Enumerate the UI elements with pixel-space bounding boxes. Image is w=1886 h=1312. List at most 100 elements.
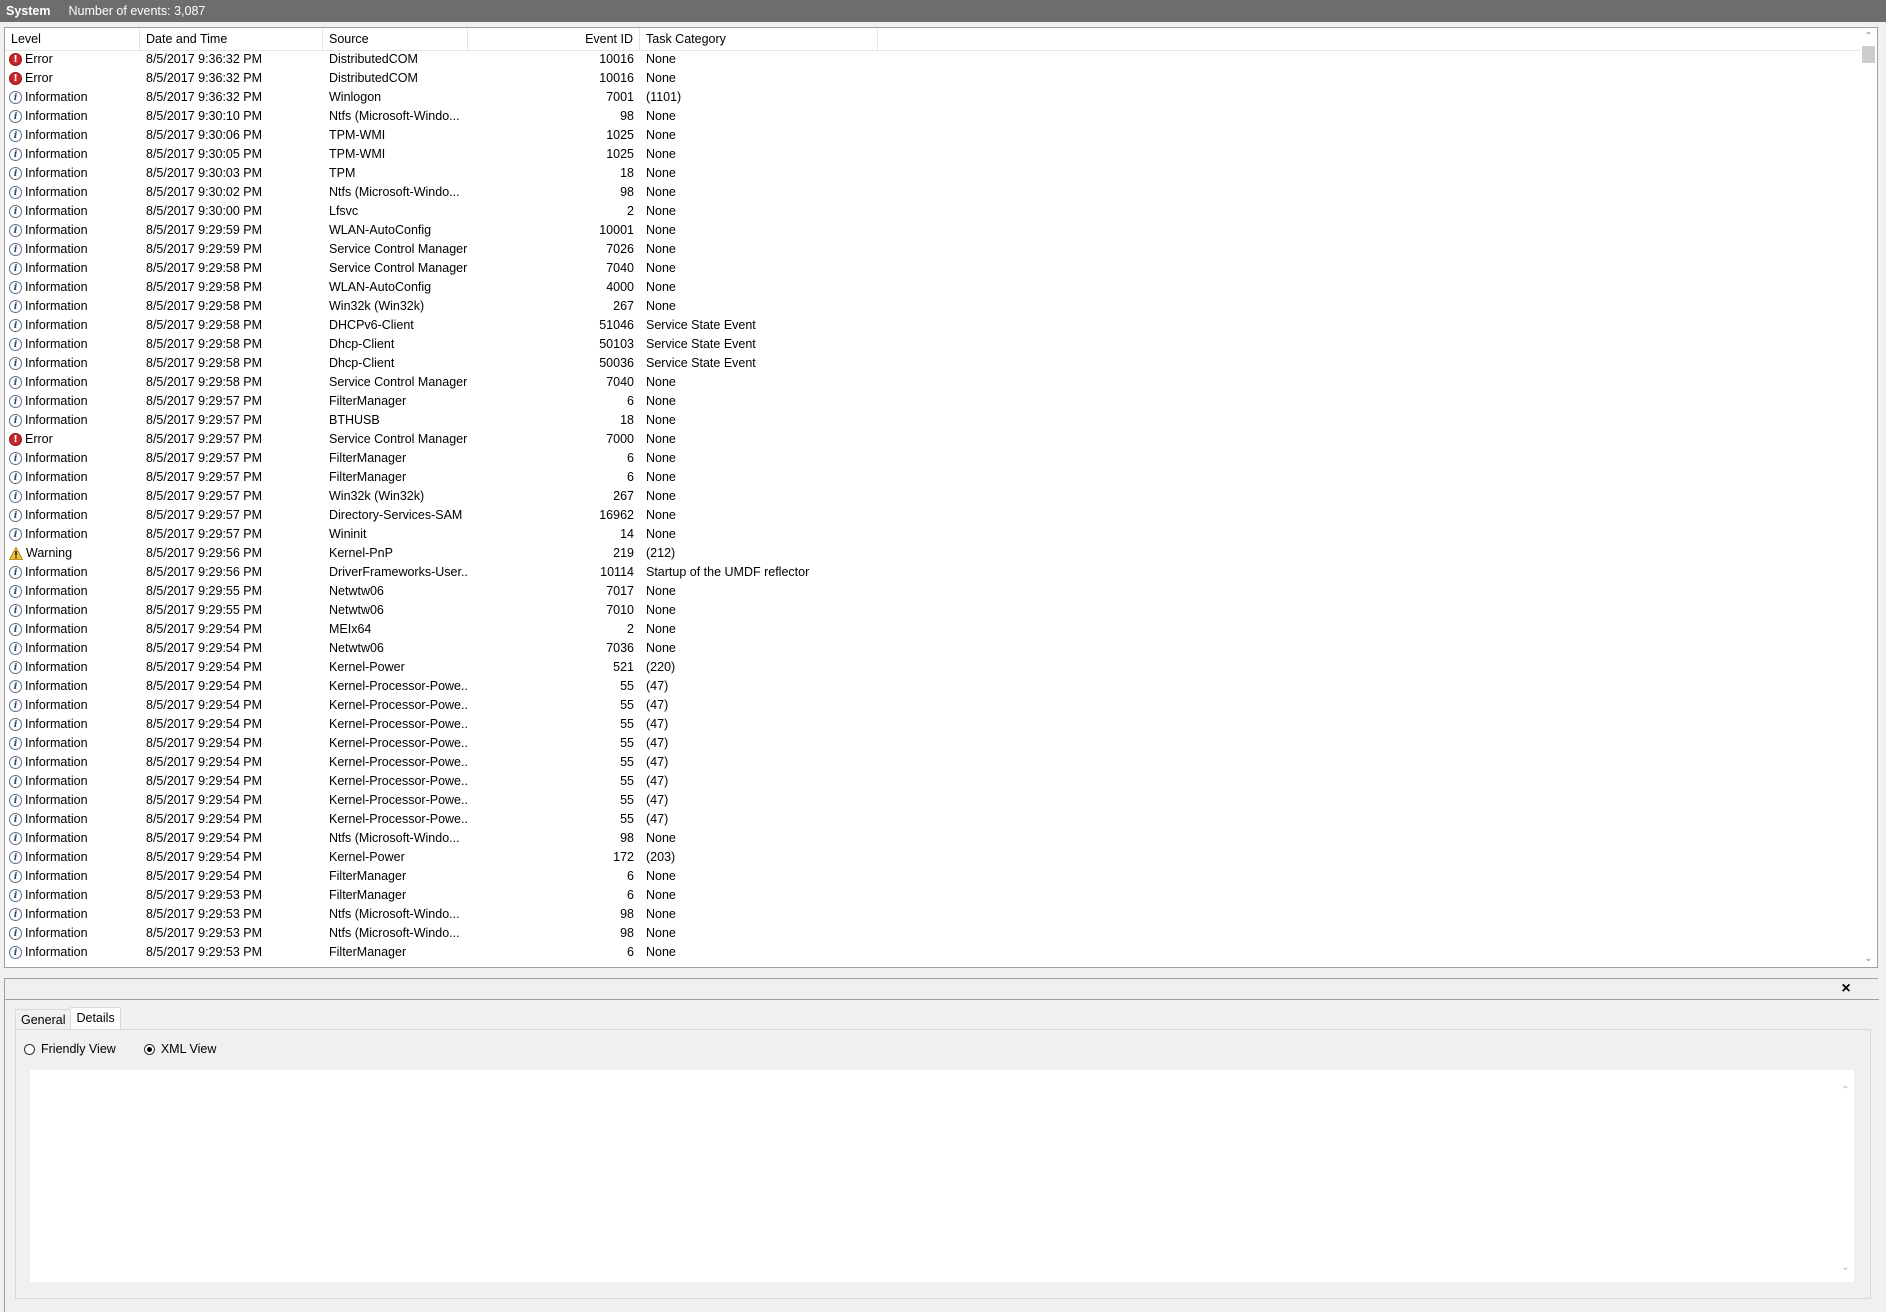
column-header-date[interactable]: Date and Time bbox=[140, 28, 323, 50]
table-row[interactable]: i Information 8/5/2017 9:29:54 PM Kernel-Pr… bbox=[5, 772, 1862, 791]
level-text: Information bbox=[25, 166, 88, 180]
events-grid[interactable]: Level Date and Time Source Event ID Task… bbox=[4, 27, 1878, 968]
task-category-cell: None bbox=[646, 413, 676, 427]
xml-view-radio[interactable] bbox=[143, 1043, 155, 1055]
table-row[interactable]: i Information 8/5/2017 9:29:58 PM WLAN-Auto… bbox=[5, 278, 1862, 297]
table-row[interactable]: i Information 8/5/2017 9:29:57 PM FilterMan… bbox=[5, 392, 1862, 411]
table-row[interactable]: Warning 8/5/2017 9:29:56 PM Kernel-PnP 219 (… bbox=[5, 544, 1862, 563]
xml-scrollbar[interactable]: ⌃ ⌄ bbox=[1837, 1070, 1854, 1282]
table-row[interactable]: i Information 8/5/2017 9:29:56 PM DriverFra… bbox=[5, 563, 1862, 582]
table-row[interactable]: i Information 8/5/2017 9:29:57 PM Win32k (W… bbox=[5, 487, 1862, 506]
xml-content-box[interactable]: ⌃ ⌄ bbox=[30, 1070, 1854, 1282]
table-row[interactable]: i Information 8/5/2017 9:30:00 PM Lfsvc 2 Non… bbox=[5, 202, 1862, 221]
table-row[interactable]: i Information 8/5/2017 9:29:54 PM Ntfs (Mic… bbox=[5, 829, 1862, 848]
xml-scroll-up-icon[interactable]: ⌃ bbox=[1837, 1082, 1854, 1099]
task-category-cell: Service State Event bbox=[646, 356, 756, 370]
table-row[interactable]: i Information 8/5/2017 9:29:57 PM BTHUSB 18 N… bbox=[5, 411, 1862, 430]
event-id-cell: 172 bbox=[613, 850, 634, 864]
scroll-down-icon[interactable]: ⌄ bbox=[1860, 950, 1877, 967]
task-category-cell: (47) bbox=[646, 793, 669, 807]
table-row[interactable]: i Information 8/5/2017 9:29:57 PM FilterMan… bbox=[5, 468, 1862, 487]
table-row[interactable]: i Information 8/5/2017 9:29:57 PM Wininit 14… bbox=[5, 525, 1862, 544]
table-row[interactable]: i Information 8/5/2017 9:29:54 PM Kernel-Pr… bbox=[5, 791, 1862, 810]
source-cell: Kernel-Processor-Powe... bbox=[329, 679, 468, 693]
table-row[interactable]: i Information 8/5/2017 9:29:58 PM DHCPv6-Cl… bbox=[5, 316, 1862, 335]
table-row[interactable]: i Information 8/5/2017 9:30:03 PM TPM 18 None bbox=[5, 164, 1862, 183]
date-cell: 8/5/2017 9:36:32 PM bbox=[146, 71, 263, 85]
task-category-cell: None bbox=[646, 831, 676, 845]
table-row[interactable]: i Information 8/5/2017 9:29:54 PM Kernel-Pr… bbox=[5, 715, 1862, 734]
table-row[interactable]: i Information 8/5/2017 9:29:58 PM Win32k (W… bbox=[5, 297, 1862, 316]
task-category-cell: (1101) bbox=[646, 90, 682, 104]
vertical-scrollbar[interactable]: ⌃ ⌄ bbox=[1860, 28, 1877, 967]
table-row[interactable]: i Information 8/5/2017 9:29:59 PM WLAN-Auto… bbox=[5, 221, 1862, 240]
information-icon: i bbox=[9, 262, 22, 275]
table-row[interactable]: ! Error 8/5/2017 9:29:57 PM Service Control… bbox=[5, 430, 1862, 449]
table-row[interactable]: i Information 8/5/2017 9:29:57 PM Directory… bbox=[5, 506, 1862, 525]
close-icon[interactable]: × bbox=[1838, 981, 1854, 997]
column-header-task-category[interactable]: Task Category bbox=[640, 28, 878, 50]
scroll-thumb[interactable] bbox=[1862, 46, 1875, 63]
table-row[interactable]: i Information 8/5/2017 9:29:53 PM Ntfs (Mic… bbox=[5, 905, 1862, 924]
tab-general[interactable]: General bbox=[15, 1009, 72, 1029]
information-icon: i bbox=[9, 642, 22, 655]
table-row[interactable]: i Information 8/5/2017 9:29:54 PM MEIx64 2 No… bbox=[5, 620, 1862, 639]
event-id-cell: 55 bbox=[620, 812, 634, 826]
event-id-cell: 55 bbox=[620, 679, 634, 693]
table-row[interactable]: i Information 8/5/2017 9:29:53 PM FilterMan… bbox=[5, 886, 1862, 905]
table-row[interactable]: i Information 8/5/2017 9:29:57 PM FilterMan… bbox=[5, 449, 1862, 468]
table-row[interactable]: i Information 8/5/2017 9:36:32 PM Winlogon 7… bbox=[5, 88, 1862, 107]
event-id-cell: 98 bbox=[620, 109, 634, 123]
xml-view-option[interactable]: XML View bbox=[143, 1042, 216, 1056]
task-category-cell: None bbox=[646, 280, 676, 294]
date-cell: 8/5/2017 9:30:06 PM bbox=[146, 128, 263, 142]
table-row[interactable]: i Information 8/5/2017 9:30:05 PM TPM-WMI 10… bbox=[5, 145, 1862, 164]
table-row[interactable]: i Information 8/5/2017 9:29:54 PM Kernel-Pr… bbox=[5, 810, 1862, 829]
level-text: Information bbox=[25, 869, 88, 883]
source-cell: Dhcp-Client bbox=[329, 356, 395, 370]
table-row[interactable]: i Information 8/5/2017 9:29:55 PM Netwtw06 7… bbox=[5, 582, 1862, 601]
level-cell: i Information bbox=[5, 145, 140, 164]
tab-details[interactable]: Details bbox=[70, 1007, 121, 1029]
source-cell: FilterManager bbox=[329, 869, 407, 883]
table-row[interactable]: i Information 8/5/2017 9:30:10 PM Ntfs (Mic… bbox=[5, 107, 1862, 126]
table-row[interactable]: ! Error 8/5/2017 9:36:32 PM DistributedCOM 1… bbox=[5, 69, 1862, 88]
table-row[interactable]: i Information 8/5/2017 9:29:59 PM Service C… bbox=[5, 240, 1862, 259]
table-row[interactable]: i Information 8/5/2017 9:29:54 PM Kernel-Po… bbox=[5, 848, 1862, 867]
event-id-cell: 7040 bbox=[606, 261, 634, 275]
information-icon: i bbox=[9, 490, 22, 503]
table-row[interactable]: i Information 8/5/2017 9:29:53 PM Ntfs (Mic… bbox=[5, 924, 1862, 943]
column-header-source[interactable]: Source bbox=[323, 28, 468, 50]
column-header-level[interactable]: Level bbox=[5, 28, 140, 50]
table-row[interactable]: i Information 8/5/2017 9:29:54 PM Kernel-Po… bbox=[5, 658, 1862, 677]
task-category-cell: None bbox=[646, 375, 676, 389]
level-cell: i Information bbox=[5, 791, 140, 810]
information-icon: i bbox=[9, 395, 22, 408]
information-icon: i bbox=[9, 243, 22, 256]
friendly-view-option[interactable]: Friendly View bbox=[24, 1042, 116, 1056]
table-row[interactable]: i Information 8/5/2017 9:29:58 PM Service C… bbox=[5, 373, 1862, 392]
xml-scroll-down-icon[interactable]: ⌄ bbox=[1837, 1259, 1854, 1276]
table-row[interactable]: i Information 8/5/2017 9:29:54 PM FilterMan… bbox=[5, 867, 1862, 886]
table-row[interactable]: i Information 8/5/2017 9:29:54 PM Kernel-Pr… bbox=[5, 696, 1862, 715]
table-row[interactable]: i Information 8/5/2017 9:30:06 PM TPM-WMI 10… bbox=[5, 126, 1862, 145]
table-row[interactable]: i Information 8/5/2017 9:29:58 PM Dhcp-Clie… bbox=[5, 335, 1862, 354]
friendly-view-radio[interactable] bbox=[24, 1043, 35, 1055]
source-cell: Kernel-Power bbox=[329, 660, 405, 674]
table-row[interactable]: ! Error 8/5/2017 9:36:32 PM DistributedCOM 1… bbox=[5, 50, 1862, 69]
table-row[interactable]: i Information 8/5/2017 9:29:58 PM Service C… bbox=[5, 259, 1862, 278]
table-row[interactable]: i Information 8/5/2017 9:29:54 PM Kernel-Pr… bbox=[5, 677, 1862, 696]
table-row[interactable]: i Information 8/5/2017 9:30:02 PM Ntfs (Mic… bbox=[5, 183, 1862, 202]
table-row[interactable]: i Information 8/5/2017 9:29:54 PM Kernel-Pr… bbox=[5, 753, 1862, 772]
event-id-cell: 98 bbox=[620, 831, 634, 845]
column-header-event-id[interactable]: Event ID bbox=[468, 28, 640, 50]
task-category-cell: None bbox=[646, 204, 676, 218]
table-row[interactable]: i Information 8/5/2017 9:29:54 PM Kernel-Pr… bbox=[5, 734, 1862, 753]
table-row[interactable]: i Information 8/5/2017 9:29:55 PM Netwtw06 7… bbox=[5, 601, 1862, 620]
table-row[interactable]: i Information 8/5/2017 9:29:54 PM Netwtw06 7… bbox=[5, 639, 1862, 658]
table-row[interactable]: i Information 8/5/2017 9:29:53 PM FilterMan… bbox=[5, 943, 1862, 962]
level-text: Information bbox=[25, 280, 88, 294]
information-icon: i bbox=[9, 718, 22, 731]
table-row[interactable]: i Information 8/5/2017 9:29:58 PM Dhcp-Clie… bbox=[5, 354, 1862, 373]
scroll-up-icon[interactable]: ⌃ bbox=[1860, 28, 1877, 45]
